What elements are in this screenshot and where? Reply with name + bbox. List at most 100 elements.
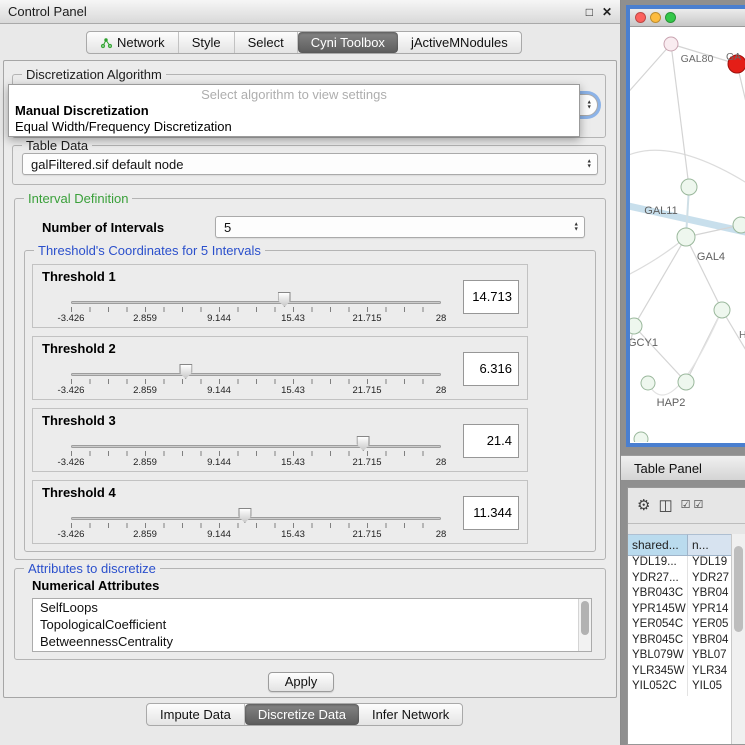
columns-icon[interactable]: ◫ [658, 498, 672, 513]
zoom-traffic-light[interactable] [665, 12, 676, 23]
algorithm-dropdown-popup: Select algorithm to view settings Manual… [8, 84, 580, 137]
cell-name[interactable]: YDL19 [688, 556, 732, 572]
tab-jactivemnodules[interactable]: jActiveMNodules [398, 32, 521, 53]
table-row[interactable]: YER054C YER05 [628, 618, 732, 634]
tick-label: 2.859 [133, 385, 157, 396]
scrollbar-thumb[interactable] [734, 546, 743, 632]
cell-shared-name[interactable]: YBR045C [628, 634, 688, 650]
cell-shared-name[interactable]: YDR27... [628, 572, 688, 588]
cell-shared-name[interactable]: YER054C [628, 618, 688, 634]
table-row[interactable]: YDL19... YDL19 [628, 556, 732, 572]
threshold-1-value-field[interactable]: 14.713 [463, 280, 519, 314]
table-row[interactable]: YPR145W YPR14 [628, 603, 732, 619]
tab-network-label: Network [117, 35, 165, 50]
gear-icon[interactable]: ⚙ [637, 498, 650, 513]
close-icon[interactable]: ✕ [602, 5, 612, 19]
minimize-traffic-light[interactable] [650, 12, 661, 23]
network-node[interactable] [630, 318, 642, 334]
cell-shared-name[interactable]: YBL079W [628, 649, 688, 665]
node-label: GAL11 [644, 205, 677, 217]
cell-name[interactable]: YIL05 [688, 680, 732, 696]
table-row[interactable]: YIL052C YIL05 [628, 680, 732, 696]
list-item[interactable]: TopologicalCoefficient [33, 616, 591, 633]
table-data-combo-value: galFiltered.sif default node [31, 157, 183, 172]
slider-handle[interactable] [357, 436, 370, 451]
tab-impute-data-label: Impute Data [160, 707, 231, 722]
network-canvas[interactable]: GAL80 GA GAL11 GAL4 GCY1 H HAP2 [630, 27, 745, 442]
table-row[interactable]: YBL079W YBL07 [628, 649, 732, 665]
tab-infer-network[interactable]: Infer Network [359, 704, 462, 725]
slider-track[interactable] [71, 445, 441, 448]
apply-button[interactable]: Apply [268, 672, 334, 692]
stepper-down-icon: ▼ [574, 227, 579, 232]
network-icon [100, 37, 112, 49]
cell-name[interactable]: YBR04 [688, 634, 732, 650]
cell-name[interactable]: YPR14 [688, 603, 732, 619]
cell-shared-name[interactable]: YLR345W [628, 665, 688, 681]
stepper-down-icon: ▼ [587, 164, 592, 169]
network-node[interactable] [634, 432, 648, 442]
network-node[interactable] [641, 376, 655, 390]
table-row[interactable]: YBR045C YBR04 [628, 634, 732, 650]
combo-stepper-icon: ▲ ▼ [587, 101, 592, 110]
slider-handle[interactable] [238, 508, 251, 523]
slider-track[interactable] [71, 517, 441, 520]
table-row[interactable]: YBR043C YBR04 [628, 587, 732, 603]
scrollbar-thumb[interactable] [581, 601, 589, 635]
dropdown-prompt: Select algorithm to view settings [9, 87, 579, 103]
tab-network[interactable]: Network [87, 32, 179, 53]
float-icon[interactable]: □ [586, 5, 593, 19]
cell-shared-name[interactable]: YPR145W [628, 603, 688, 619]
network-node[interactable] [678, 374, 694, 390]
network-edge [630, 44, 671, 97]
tab-style[interactable]: Style [179, 32, 235, 53]
screen: Control Panel □ ✕ Network Style [0, 0, 745, 745]
table-row[interactable]: YDR27... YDR27 [628, 572, 732, 588]
dropdown-option-manual-discretization[interactable]: Manual Discretization [9, 103, 579, 119]
column-header-name[interactable]: n... [688, 534, 732, 556]
slider-handle[interactable] [179, 364, 192, 379]
list-scrollbar[interactable] [578, 599, 591, 651]
table-rows: YDL19... YDL19 YDR27... YDR27 YBR043C YB… [628, 556, 732, 744]
tab-cyni-toolbox[interactable]: Cyni Toolbox [298, 32, 398, 53]
tick-label: 28 [436, 313, 447, 324]
cell-name[interactable]: YER05 [688, 618, 732, 634]
network-node[interactable] [714, 302, 730, 318]
network-node[interactable] [681, 179, 697, 195]
network-view-window: GAL80 GA GAL11 GAL4 GCY1 H HAP2 [626, 5, 745, 447]
slider-track[interactable] [71, 301, 441, 304]
network-node[interactable] [677, 228, 695, 246]
tab-discretize-data[interactable]: Discretize Data [245, 704, 359, 725]
cell-name[interactable]: YBL07 [688, 649, 732, 665]
list-item[interactable]: SelfLoops [33, 599, 591, 616]
window-title: Control Panel [8, 4, 87, 19]
select-all-icon[interactable]: ☑ [681, 498, 691, 513]
table-row[interactable]: YLR345W YLR34 [628, 665, 732, 681]
network-graph[interactable]: GAL80 GA GAL11 GAL4 GCY1 H HAP2 [630, 27, 745, 442]
threshold-2-value-field[interactable]: 6.316 [463, 352, 519, 386]
slider-handle[interactable] [278, 292, 291, 307]
tab-impute-data[interactable]: Impute Data [147, 704, 245, 725]
number-of-intervals-combo[interactable]: 5 ▲ ▼ [215, 216, 585, 238]
cell-shared-name[interactable]: YDL19... [628, 556, 688, 572]
dropdown-option-equal-width[interactable]: Equal Width/Frequency Discretization [9, 119, 579, 135]
network-node[interactable] [733, 217, 745, 233]
network-node[interactable] [664, 37, 678, 51]
close-traffic-light[interactable] [635, 12, 646, 23]
cell-shared-name[interactable]: YIL052C [628, 680, 688, 696]
threshold-4-value-field[interactable]: 11.344 [463, 496, 519, 530]
column-header-shared-name[interactable]: shared... [628, 534, 688, 556]
threshold-coordinates-group-title: Threshold's Coordinates for 5 Intervals [34, 243, 265, 258]
table-scrollbar[interactable] [731, 534, 745, 744]
numerical-attributes-list[interactable]: SelfLoops TopologicalCoefficient Between… [32, 598, 592, 652]
slider-track[interactable] [71, 373, 441, 376]
cell-name[interactable]: YBR04 [688, 587, 732, 603]
cell-name[interactable]: YDR27 [688, 572, 732, 588]
threshold-3-value-field[interactable]: 21.4 [463, 424, 519, 458]
tab-select[interactable]: Select [235, 32, 298, 53]
table-data-combo[interactable]: galFiltered.sif default node ▲ ▼ [22, 153, 598, 175]
list-item[interactable]: BetweennessCentrality [33, 633, 591, 650]
cell-name[interactable]: YLR34 [688, 665, 732, 681]
cell-shared-name[interactable]: YBR043C [628, 587, 688, 603]
select-column-icon[interactable]: ☑ [694, 498, 704, 513]
